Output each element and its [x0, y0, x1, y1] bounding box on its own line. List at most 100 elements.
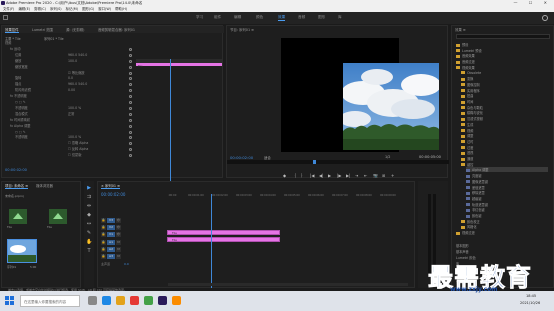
- effect-folder[interactable]: 过渡: [461, 145, 548, 150]
- keyframe-toggle-icon[interactable]: [129, 118, 132, 122]
- effect-property-value[interactable]: ☑ 等比缩放: [68, 71, 85, 76]
- timeline-horizontal-scrollbar[interactable]: [168, 283, 408, 286]
- app-icon[interactable]: [172, 296, 181, 305]
- tab-media-browser[interactable]: 媒体浏览器: [36, 183, 53, 188]
- effect-property-row[interactable]: ○ □ ✎: [15, 130, 26, 135]
- keyframe-toggle-icon[interactable]: [129, 142, 132, 146]
- effect-folder[interactable]: 变换: [461, 76, 548, 81]
- track-header[interactable]: 🔒 A2 M: [101, 247, 161, 253]
- menu-graphics[interactable]: 图形(G): [82, 7, 94, 11]
- track-visibility-icon[interactable]: 👁: [116, 218, 121, 223]
- track-lock-icon[interactable]: 🔒: [101, 247, 106, 252]
- keyframe-toggle-icon[interactable]: [129, 112, 132, 116]
- effect-property-value[interactable]: 0.00: [68, 88, 75, 93]
- keyframe-toggle-icon[interactable]: [129, 106, 132, 110]
- keyframe-toggle-icon[interactable]: [129, 53, 132, 57]
- selection-tool-icon[interactable]: ▶: [86, 185, 92, 191]
- effect-property-row[interactable]: 不透明度: [15, 135, 28, 140]
- effect-property-value[interactable]: 0.0: [68, 76, 73, 81]
- effect-folder[interactable]: 预设: [456, 42, 548, 47]
- menu-marker[interactable]: 标记(M): [66, 7, 78, 11]
- track-name[interactable]: A1: [107, 240, 115, 245]
- home-icon[interactable]: [3, 15, 8, 20]
- effect-item[interactable]: 颜色键: [466, 213, 548, 218]
- transport-control-button[interactable]: ⇤: [364, 173, 367, 178]
- effects-panel-title[interactable]: 效果 ≡: [455, 27, 466, 32]
- effect-folder[interactable]: 键控: [461, 162, 548, 167]
- track-header[interactable]: 🔒 A3 M: [101, 254, 161, 260]
- menu-help[interactable]: 帮助(H): [115, 7, 127, 11]
- sequence-clip-label[interactable]: 序列01 * Tile: [44, 36, 64, 41]
- effect-property-row[interactable]: 缩放宽度: [15, 65, 28, 70]
- track-lock-icon[interactable]: 🔒: [101, 254, 106, 259]
- workspace-effects[interactable]: 效果: [278, 15, 286, 21]
- hand-tool-icon[interactable]: ✋: [86, 239, 92, 245]
- panel-list-item[interactable]: 基本图形: [456, 243, 469, 248]
- transport-control-button[interactable]: ▶|: [346, 173, 350, 178]
- effect-folder[interactable]: 实用程序: [461, 88, 548, 93]
- effect-property-row[interactable]: ○ □ ✎: [15, 100, 26, 105]
- track-name[interactable]: V3: [107, 218, 115, 223]
- effect-property-row[interactable]: fx Alpha 调整: [10, 124, 30, 129]
- track-mute-icon[interactable]: M: [116, 240, 121, 245]
- effect-property-value[interactable]: 100.0 %: [68, 106, 81, 111]
- effect-folder[interactable]: 音频过渡: [456, 59, 548, 64]
- workspace-audio[interactable]: 音频: [298, 15, 305, 20]
- menu-edit[interactable]: 编辑(E): [18, 7, 30, 11]
- transport-control-button[interactable]: ｛: [292, 173, 296, 179]
- effect-controls-timecode[interactable]: 00:00:02:00: [5, 168, 27, 172]
- transport-control-button[interactable]: ｝: [301, 173, 305, 179]
- keyframe-toggle-icon[interactable]: [129, 83, 132, 87]
- timeline-clip-v1[interactable]: Tile: [167, 237, 280, 242]
- effect-property-row[interactable]: 缩放: [15, 59, 21, 64]
- transport-control-button[interactable]: +: [391, 173, 394, 178]
- effect-item[interactable]: 图像遮罩键: [466, 179, 548, 184]
- keyframe-toggle-icon[interactable]: [129, 47, 132, 51]
- app-icon[interactable]: [144, 296, 153, 305]
- transport-control-button[interactable]: |▶: [337, 173, 341, 178]
- keyframe-toggle-icon[interactable]: [129, 101, 132, 104]
- edge-browser-icon[interactable]: [102, 296, 111, 305]
- effect-property-value[interactable]: 960.0 540.0: [68, 53, 87, 58]
- keyframe-toggle-icon[interactable]: [129, 136, 132, 140]
- effect-folder[interactable]: Lumetri 预设: [456, 48, 548, 53]
- effect-item[interactable]: 非红色键: [466, 207, 548, 212]
- effect-item[interactable]: 轨道遮罩键: [466, 202, 548, 207]
- effect-property-value[interactable]: 100.0: [68, 59, 77, 64]
- clock-date[interactable]: 2021/10/26: [520, 301, 540, 305]
- track-lock-icon[interactable]: 🔒: [101, 240, 106, 245]
- effect-folder[interactable]: 通道: [461, 156, 548, 161]
- keyframe-toggle-icon[interactable]: [129, 77, 132, 81]
- workspace-graphics[interactable]: 图形: [318, 15, 325, 20]
- track-name[interactable]: V1: [107, 232, 115, 237]
- tab-audio-clip-mixer[interactable]: 音频剪辑混合器: 序列01: [98, 27, 135, 32]
- timeline-playhead[interactable]: [211, 194, 212, 288]
- menu-clip[interactable]: 剪辑(C): [34, 7, 46, 11]
- track-header[interactable]: 🔒 V2 👁: [101, 225, 161, 231]
- effect-item[interactable]: 差值遮罩: [466, 185, 548, 190]
- effect-folder[interactable]: 风格化: [461, 224, 548, 229]
- track-mute-icon[interactable]: M: [116, 254, 121, 259]
- effect-property-value[interactable]: 正常: [68, 112, 74, 117]
- timeline-clip-v2[interactable]: Tile: [167, 230, 280, 235]
- transport-control-button[interactable]: 📷: [373, 173, 378, 178]
- effect-folder[interactable]: 时间: [461, 99, 548, 104]
- timeline-ruler[interactable]: :00:00 00:00:01:00 00:00:02:00 00:00:03:…: [168, 194, 414, 200]
- effect-property-value[interactable]: ☐ 仅蒙版: [68, 153, 81, 158]
- effect-controls-clip-bar[interactable]: Tile: [136, 63, 222, 68]
- panel-list-item[interactable]: 基本声音: [456, 249, 469, 254]
- track-select-tool-icon[interactable]: ⇉: [86, 194, 92, 200]
- effect-controls-playhead[interactable]: [170, 59, 171, 199]
- project-item-name[interactable]: Tile: [7, 225, 12, 229]
- keyframe-toggle-icon[interactable]: [129, 148, 132, 152]
- effect-property-value[interactable]: ☐ 反转 Alpha: [68, 147, 88, 152]
- effect-property-row[interactable]: 视频: [5, 41, 11, 46]
- program-scrub-bar[interactable]: [227, 160, 449, 164]
- effect-folder[interactable]: 生成: [461, 122, 548, 127]
- track-lock-icon[interactable]: 🔒: [101, 218, 106, 223]
- track-header[interactable]: 🔒 V3 👁: [101, 218, 161, 224]
- menu-sequence[interactable]: 序列(S): [50, 7, 62, 11]
- effect-folder[interactable]: 透视: [461, 150, 548, 155]
- effect-property-value[interactable]: 100.0 %: [68, 135, 81, 140]
- premiere-taskbar-icon[interactable]: [158, 296, 167, 305]
